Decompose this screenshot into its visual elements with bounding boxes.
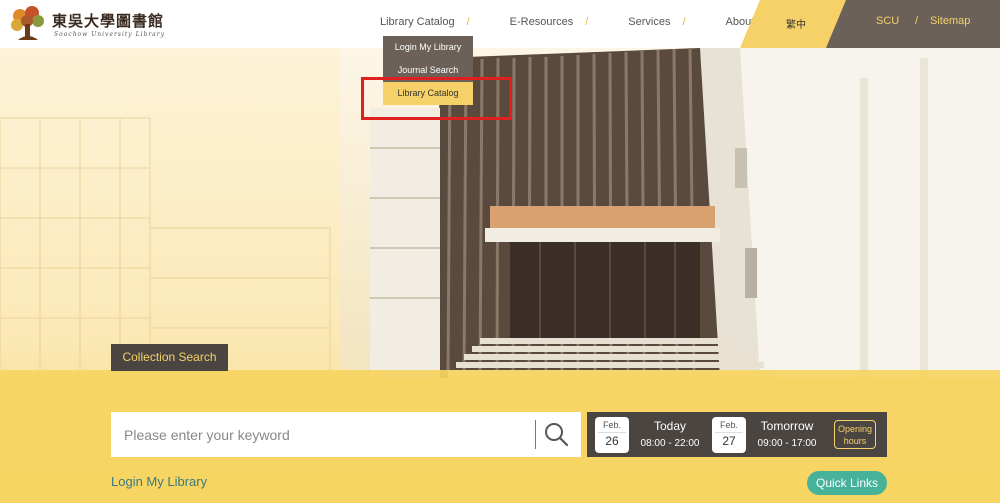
nav-e-resources[interactable]: E-Resources [510,16,574,28]
scu-link[interactable]: SCU [876,15,899,27]
site-header: 東吳大學圖書館 Soochow University Library Libra… [0,0,1000,48]
tree-logo-icon [11,6,44,40]
logo-text: 東吳大學圖書館 [52,12,165,30]
language-switch[interactable]: 繁中 [786,16,806,31]
today-day: 26 [598,432,626,448]
quick-links-button[interactable]: Quick Links [807,471,887,495]
search-box [111,412,581,457]
top-links-separator: / [915,15,919,27]
highlight-annotation-box [361,77,512,120]
nav-services[interactable]: Services [628,16,670,28]
nav-separator: / [585,16,589,28]
opening-hours-panel: Feb. 26 Today 08:00 - 22:00 Feb. 27 Tomo… [587,412,887,457]
dropdown-item-login-my-library[interactable]: Login My Library [383,36,473,59]
opening-hours-line1: Opening [837,424,873,434]
search-icon[interactable] [541,419,573,451]
today-date-badge: Feb. 26 [595,417,629,453]
logo-subtitle: Soochow University Library [54,31,166,38]
today-label: Today [653,419,687,433]
today-hours: 08:00 - 22:00 [640,438,700,449]
nav-separator: / [682,16,686,28]
library-logo[interactable]: 東吳大學圖書館 Soochow University Library [8,4,164,44]
nav-library-catalog[interactable]: Library Catalog [380,16,455,28]
tomorrow-hours: 09:00 - 17:00 [757,438,817,449]
today-month: Feb. [602,420,621,430]
collection-search-tab[interactable]: Collection Search [111,344,228,371]
tomorrow-month: Feb. [719,420,738,430]
top-links-bg [826,0,1000,48]
tomorrow-label: Tomorrow [760,419,814,433]
opening-hours-button[interactable]: Opening hours [834,420,876,449]
nav-separator: / [466,16,470,28]
login-my-library-link[interactable]: Login My Library [111,474,207,489]
tomorrow-day: 27 [715,432,743,448]
tomorrow-date-badge: Feb. 27 [712,417,746,453]
sitemap-link[interactable]: Sitemap [930,15,970,27]
opening-hours-line2: hours [843,436,867,446]
search-input[interactable] [111,412,535,457]
search-divider [535,420,536,449]
